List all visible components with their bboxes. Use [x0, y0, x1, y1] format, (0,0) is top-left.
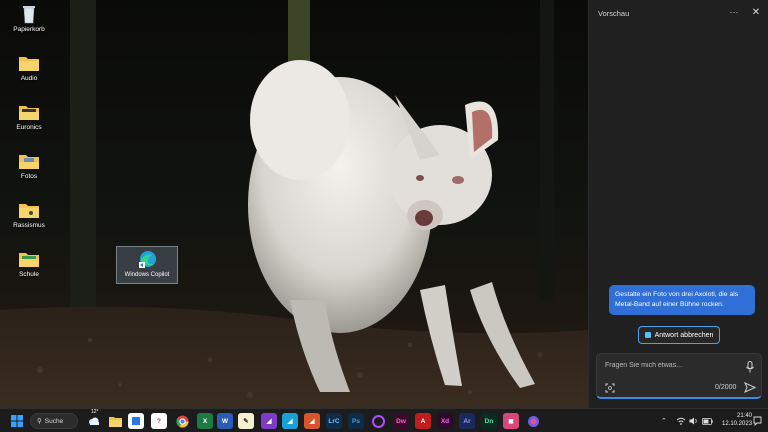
desktop-icon-label: Rassismus — [13, 222, 45, 229]
close-icon[interactable]: ✕ — [749, 6, 763, 20]
folder-icon — [19, 253, 39, 267]
desktop-icon-papierkorb[interactable]: Papierkorb — [6, 4, 52, 33]
notification-icon[interactable] — [753, 413, 762, 429]
photoshop-icon[interactable]: Ps — [348, 413, 364, 429]
weather-widget[interactable]: 12° — [86, 409, 102, 429]
send-icon[interactable] — [744, 382, 756, 393]
edge-copilot-icon — [139, 251, 156, 268]
stop-response-label: Antwort abbrechen — [654, 331, 714, 339]
weather-temperature: 12° — [91, 409, 99, 415]
word-icon[interactable]: W — [217, 413, 233, 429]
desktop-icon-rassismus[interactable]: Rassismus — [6, 200, 52, 229]
wifi-icon[interactable] — [676, 413, 686, 429]
folder-icon — [19, 204, 39, 218]
more-icon[interactable]: ··· — [727, 6, 741, 20]
desktop-icon-euronics[interactable]: Euronics — [6, 102, 52, 131]
affinity-designer-icon[interactable]: ◢ — [282, 413, 298, 429]
excel-icon[interactable]: X — [197, 413, 213, 429]
chevron-up-icon[interactable]: ⌃ — [661, 413, 667, 429]
desktop-icon-label: Papierkorb — [13, 26, 45, 33]
snip-icon[interactable]: ◼ — [503, 413, 519, 429]
desktop-icon-audio[interactable]: Audio — [6, 53, 52, 82]
desktop-icon-fotos[interactable]: Fotos — [6, 151, 52, 180]
user-message-bubble: Gestalte ein Foto von drei Axolotl, die … — [609, 285, 755, 315]
volume-icon[interactable] — [689, 413, 699, 429]
character-counter: 0/2000 — [715, 384, 737, 391]
desktop-icon-label: Schule — [19, 271, 39, 278]
animate-icon[interactable]: Ar — [459, 413, 475, 429]
dimension-icon[interactable]: Dn — [481, 413, 497, 429]
desktop-icon-label: Audio — [20, 75, 38, 82]
image-scan-icon[interactable] — [605, 383, 615, 393]
file-explorer-icon[interactable] — [107, 413, 123, 429]
recycle-bin-icon — [23, 6, 35, 24]
taskbar-search[interactable]: ⚲ Suche — [30, 413, 78, 429]
folder-icon — [19, 155, 39, 169]
circle-app-icon[interactable] — [370, 413, 386, 429]
dreamweaver-icon[interactable]: Dw — [393, 413, 409, 429]
chat-input[interactable] — [603, 361, 737, 370]
lightroom-classic-icon[interactable]: LrC — [326, 413, 342, 429]
windows-logo-icon — [11, 415, 23, 427]
clock-time: 21:40 — [736, 413, 752, 419]
folder-icon — [19, 106, 39, 120]
stop-icon — [644, 332, 651, 338]
clock-date: 12.10.2023 — [722, 421, 753, 427]
store-icon[interactable] — [128, 413, 144, 429]
app-red-icon[interactable]: ? — [151, 413, 167, 429]
affinity-publisher-icon[interactable]: ◢ — [304, 413, 320, 429]
desktop-wallpaper — [0, 0, 588, 408]
chrome-icon[interactable] — [174, 413, 190, 429]
acrobat-icon[interactable]: A — [415, 413, 431, 429]
copilot-app-icon[interactable] — [525, 413, 541, 429]
taskbar-clock[interactable]: 21:40 12.10.2023 — [722, 412, 752, 428]
desktop-icon-windows-copilot[interactable]: Windows Copilot — [116, 246, 178, 284]
desktop-icon-schule[interactable]: Schule — [6, 249, 52, 278]
search-icon: ⚲ — [37, 418, 42, 425]
affinity-photo-icon[interactable]: ◢ — [261, 413, 277, 429]
notepad-icon[interactable]: ✎ — [238, 413, 254, 429]
start-button[interactable] — [9, 413, 25, 429]
weather-cloud-icon — [89, 417, 99, 425]
desktop-icon-label: Fotos — [20, 173, 38, 180]
microphone-icon[interactable] — [745, 361, 755, 373]
battery-icon[interactable] — [702, 413, 713, 429]
folder-icon — [19, 57, 39, 71]
wallaby-photo — [0, 0, 588, 408]
desktop-icon-label: Euronics — [16, 124, 42, 131]
chat-composer: 0/2000 — [596, 353, 762, 399]
taskbar: ⚲ Suche 12° ? X W ✎ ◢ ◢ ◢ LrC Ps Dw A Xd… — [0, 408, 768, 432]
stop-response-button[interactable]: Antwort abbrechen — [638, 326, 720, 344]
copilot-panel: Vorschau ··· ✕ Gestalte ein Foto von dre… — [588, 0, 768, 408]
xd-icon[interactable]: Xd — [437, 413, 453, 429]
search-label: Suche — [44, 417, 64, 425]
desktop-icon-label: Windows Copilot — [124, 272, 170, 278]
panel-title: Vorschau — [598, 9, 630, 18]
